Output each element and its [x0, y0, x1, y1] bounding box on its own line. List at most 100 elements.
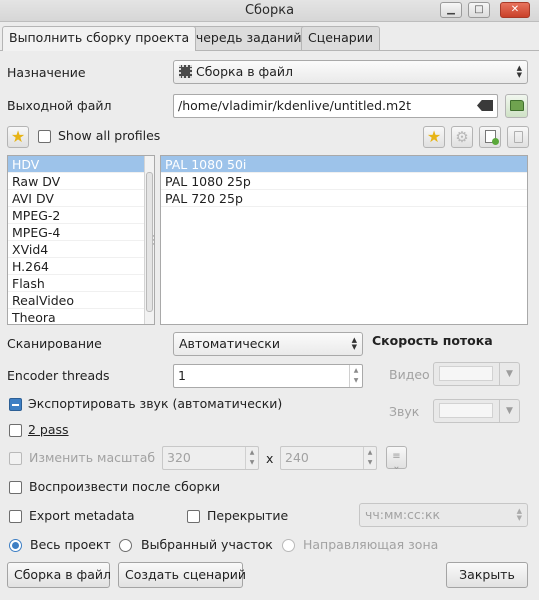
- maximize-button[interactable]: □: [468, 2, 490, 18]
- export-metadata-label: Export metadata: [29, 508, 135, 523]
- two-pass-checkbox[interactable]: [9, 424, 22, 437]
- film-icon: [179, 65, 192, 78]
- title-bar: Сборка ▁ □ ✕: [0, 0, 539, 22]
- overlay-label: Перекрытие: [207, 508, 289, 523]
- video-bitrate-label: Видео: [389, 367, 430, 382]
- list-item[interactable]: Raw DV: [8, 173, 144, 190]
- chevron-down-icon: ▼: [499, 400, 519, 422]
- list-item[interactable]: PAL 1080 25p: [161, 173, 527, 190]
- range-guide-zone-radio[interactable]: [282, 539, 295, 552]
- destination-select[interactable]: Сборка в файл ▲ ▼: [173, 60, 528, 84]
- profile-category-list[interactable]: HDV Raw DV AVI DV MPEG-2 MPEG-4 XVid4 H.…: [7, 155, 155, 325]
- updown-arrows-icon: ▲ ▼: [351, 336, 357, 351]
- range-full-project-label: Весь проект: [30, 537, 111, 552]
- list-item[interactable]: MPEG-2: [8, 207, 144, 224]
- spin-arrows-icon: ▲ ▼: [363, 447, 376, 469]
- close-window-button[interactable]: ✕: [500, 2, 530, 18]
- delete-profile-button[interactable]: [507, 126, 529, 148]
- bitrate-heading: Скорость потока: [372, 333, 493, 348]
- audio-bitrate-select[interactable]: ▼: [433, 399, 520, 423]
- tab-scripts[interactable]: Сценарии: [301, 26, 380, 50]
- updown-arrows-icon: ▲ ▼: [516, 507, 522, 522]
- spin-arrows-icon: ▲ ▼: [349, 365, 362, 387]
- scanning-select[interactable]: Автоматически ▲ ▼: [173, 332, 363, 356]
- range-selected-zone-radio[interactable]: [119, 539, 132, 552]
- open-folder-button[interactable]: [505, 94, 528, 118]
- rescale-checkbox[interactable]: [9, 452, 22, 465]
- updown-arrows-icon: ▲ ▼: [516, 64, 522, 79]
- export-audio-label: Экспортировать звук (автоматически): [28, 396, 283, 411]
- destination-value: Сборка в файл: [196, 64, 294, 79]
- video-bitrate-field: [439, 366, 493, 381]
- rescale-label: Изменить масштаб: [29, 450, 156, 465]
- close-icon: ✕: [510, 4, 520, 15]
- export-audio-checkbox[interactable]: [9, 398, 22, 411]
- chevron-down-icon: ▼: [499, 363, 519, 385]
- scanning-label: Сканирование: [7, 336, 102, 351]
- splitter-handle[interactable]: · · ·: [152, 233, 155, 250]
- keep-aspect-button[interactable]: ≡ ⌄: [386, 446, 407, 472]
- show-all-profiles-label: Show all profiles: [58, 128, 161, 143]
- list-item[interactable]: HDV: [8, 156, 144, 173]
- spin-arrows-icon: ▲ ▼: [245, 447, 258, 469]
- clear-text-icon[interactable]: [477, 100, 493, 111]
- tab-job-queue[interactable]: Очередь заданий: [179, 26, 309, 50]
- audio-bitrate-field: [439, 403, 493, 418]
- minimize-icon: ▁: [447, 4, 455, 15]
- rescale-width-value: 320: [167, 450, 191, 465]
- overlay-checkbox[interactable]: [187, 510, 200, 523]
- overlay-timecode-select[interactable]: чч:мм:сс:кк ▲ ▼: [359, 503, 528, 527]
- open-folder-icon: [509, 100, 524, 111]
- play-after-render-label: Воспроизвести после сборки: [29, 479, 221, 494]
- list-item[interactable]: PAL 1080 50i: [161, 156, 527, 173]
- close-button[interactable]: Закрыть: [446, 562, 528, 588]
- aspect-ratio-icon: ≡ ⌄: [392, 451, 401, 472]
- two-pass-label: 2 pass: [28, 422, 69, 437]
- list-item[interactable]: Flash: [8, 275, 144, 292]
- encoder-threads-label: Encoder threads: [7, 368, 110, 383]
- output-file-input[interactable]: /home/vladimir/kdenlive/untitled.m2t: [173, 94, 498, 118]
- show-all-profiles-checkbox[interactable]: [38, 130, 51, 143]
- play-after-render-checkbox[interactable]: [9, 481, 22, 494]
- new-profile-button[interactable]: [479, 126, 501, 148]
- delete-icon: [513, 131, 523, 143]
- scanning-value: Автоматически: [179, 336, 280, 351]
- new-profile-icon: [484, 130, 499, 145]
- rescale-height-value: 240: [285, 450, 309, 465]
- tab-render-project[interactable]: Выполнить сборку проекта: [2, 26, 197, 51]
- output-file-value: /home/vladimir/kdenlive/untitled.m2t: [178, 98, 412, 113]
- timecode-placeholder: чч:мм:сс:кк: [365, 507, 441, 522]
- edit-profile-button[interactable]: ⚙: [451, 126, 473, 148]
- profile-format-list[interactable]: PAL 1080 50i PAL 1080 25p PAL 720 25p: [160, 155, 528, 325]
- list-item[interactable]: MPEG-4: [8, 224, 144, 241]
- favorite-profiles-button[interactable]: ★: [7, 126, 29, 148]
- list-item[interactable]: H.264: [8, 258, 144, 275]
- list-item[interactable]: XVid4: [8, 241, 144, 258]
- export-metadata-checkbox[interactable]: [9, 510, 22, 523]
- gear-icon: ⚙: [455, 128, 469, 146]
- range-selected-zone-label: Выбранный участок: [141, 537, 273, 552]
- rescale-width-spinbox[interactable]: 320 ▲ ▼: [162, 446, 259, 470]
- generate-script-button[interactable]: Создать сценарий: [118, 562, 246, 588]
- render-to-file-button[interactable]: Сборка в файл: [7, 562, 111, 588]
- video-bitrate-select[interactable]: ▼: [433, 362, 520, 386]
- range-guide-zone-label: Направляющая зона: [303, 537, 439, 552]
- rescale-height-spinbox[interactable]: 240 ▲ ▼: [280, 446, 377, 470]
- list-item[interactable]: Theora: [8, 309, 144, 324]
- list-item[interactable]: AVI DV: [8, 190, 144, 207]
- destination-label: Назначение: [7, 65, 86, 80]
- encoder-threads-spinbox[interactable]: 1 ▲ ▼: [173, 364, 363, 388]
- minimize-button[interactable]: ▁: [440, 2, 462, 18]
- maximize-icon: □: [474, 4, 484, 15]
- render-dialog: Сборка ▁ □ ✕ Выполнить сборку проекта Оч…: [0, 0, 539, 600]
- add-favorite-button[interactable]: ★: [423, 126, 445, 148]
- list-item[interactable]: RealVideo: [8, 292, 144, 309]
- list-item[interactable]: PAL 720 25p: [161, 190, 527, 207]
- encoder-threads-value: 1: [178, 368, 186, 383]
- rescale-separator: x: [266, 451, 274, 466]
- star-icon: ★: [10, 127, 26, 146]
- star-icon: ★: [426, 127, 442, 146]
- range-full-project-radio[interactable]: [9, 539, 22, 552]
- output-file-label: Выходной файл: [7, 98, 112, 113]
- audio-bitrate-label: Звук: [389, 404, 420, 419]
